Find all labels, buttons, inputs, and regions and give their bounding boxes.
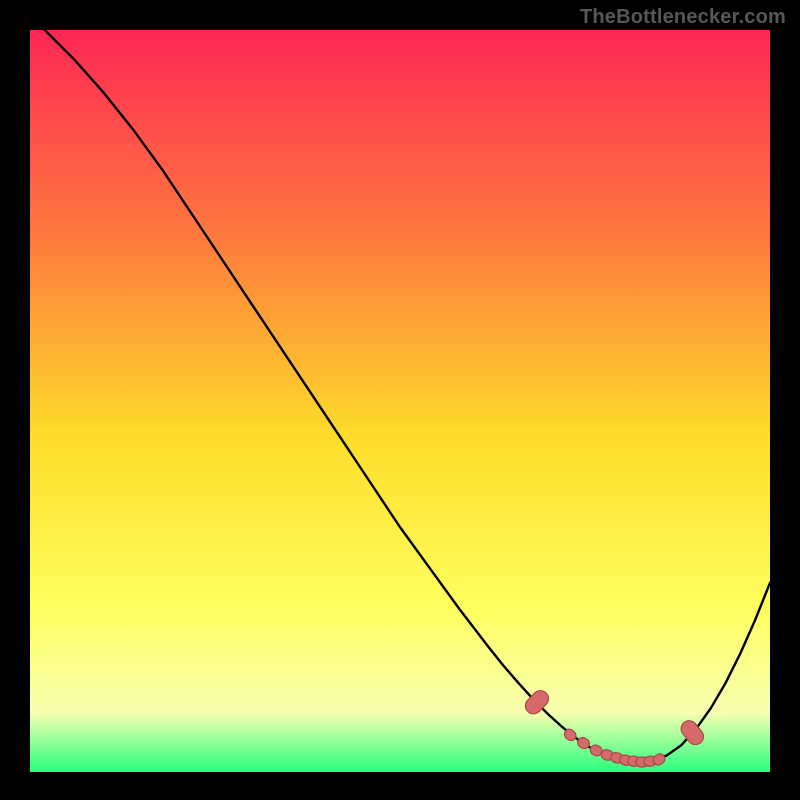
- bottleneck-chart: [30, 30, 770, 772]
- attribution-text: TheBottlenecker.com: [580, 6, 786, 29]
- plot-area-wrap: [30, 30, 770, 772]
- chart-frame: TheBottlenecker.com: [0, 0, 800, 800]
